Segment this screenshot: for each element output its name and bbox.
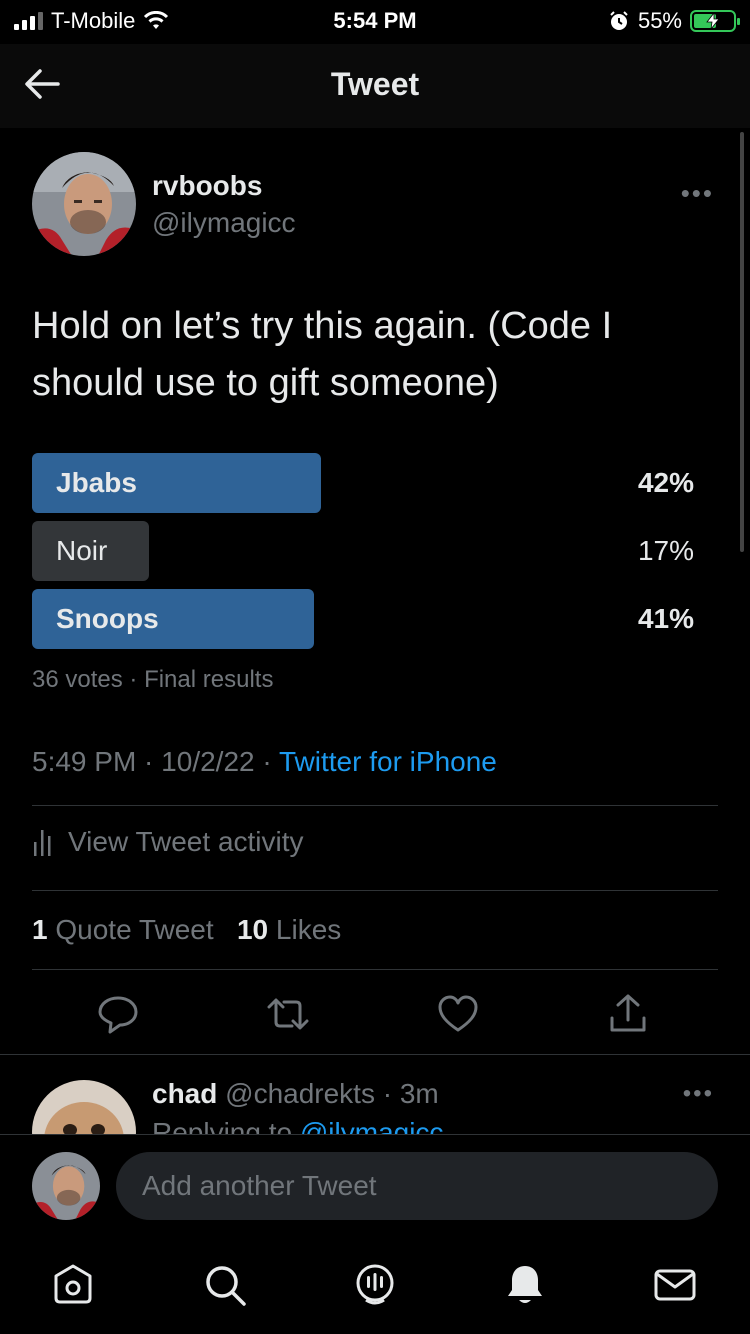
author-name[interactable]: rvboobs — [152, 170, 262, 202]
alarm-icon — [610, 11, 628, 30]
view-tweet-activity-button[interactable]: View Tweet activity — [32, 826, 304, 858]
current-user-avatar[interactable] — [32, 1152, 100, 1220]
poll-option-percent: 41% — [637, 603, 694, 634]
separator: · — [136, 746, 162, 777]
tweet-source-link[interactable]: Twitter for iPhone — [279, 746, 497, 777]
poll-votes: 36 votes — [32, 666, 123, 693]
tweet-stats: 1 Quote Tweet 10 Likes — [32, 914, 341, 946]
battery-icon — [690, 10, 740, 32]
reply-author-handle[interactable]: @chadrekts — [225, 1078, 375, 1109]
more-options-icon[interactable]: ••• — [681, 178, 714, 209]
reply-header: chad @chadrekts · 3m — [152, 1078, 439, 1110]
poll-option-label: Noir — [56, 535, 108, 566]
poll-summary: 36 votes · Final results — [32, 666, 273, 694]
reply-icon[interactable] — [96, 992, 140, 1036]
divider — [32, 805, 718, 806]
messages-mail-icon[interactable] — [652, 1262, 698, 1308]
poll-option-snoops: Snoops 41% — [32, 589, 718, 649]
author-avatar[interactable] — [32, 152, 136, 256]
activity-label: View Tweet activity — [68, 826, 304, 857]
quote-count: 1 — [32, 914, 48, 945]
poll-option-noir: Noir 17% — [32, 521, 718, 581]
divider — [32, 890, 718, 891]
status-right: 55% — [608, 8, 740, 34]
spaces-icon[interactable] — [352, 1262, 398, 1308]
tweet-timestamp: 5:49 PM · 10/2/22 · Twitter for iPhone — [32, 746, 497, 778]
retweet-icon[interactable] — [266, 992, 310, 1036]
separator: · — [374, 1078, 400, 1109]
like-label: Likes — [275, 914, 342, 945]
divider — [0, 1054, 750, 1055]
quote-tweets-link[interactable]: 1 Quote Tweet — [32, 914, 214, 945]
poll-option-label: Jbabs — [56, 467, 137, 498]
scrollbar[interactable] — [740, 132, 744, 552]
divider — [32, 969, 718, 970]
reply-more-options-icon[interactable]: ••• — [683, 1080, 714, 1108]
replying-to: Replying to @ilymagicc — [152, 1116, 443, 1136]
tweet-date: 10/2/22 — [161, 746, 255, 777]
like-count: 10 — [236, 914, 269, 945]
quote-label: Quote Tweet — [55, 914, 214, 945]
reply-author-name[interactable]: chad — [152, 1078, 217, 1109]
reply-compose-input[interactable] — [116, 1152, 718, 1220]
poll-option-jbabs: Jbabs 42% — [32, 453, 718, 513]
poll-option-label: Snoops — [56, 603, 159, 634]
reply-time: 3m — [399, 1078, 439, 1109]
tweet-time: 5:49 PM — [32, 746, 137, 777]
search-icon[interactable] — [202, 1262, 248, 1308]
poll-status: Final results — [144, 666, 274, 693]
battery-percent: 55% — [637, 8, 682, 33]
page-title: Tweet — [330, 66, 420, 102]
analytics-icon — [34, 830, 51, 856]
likes-link[interactable]: 10 Likes — [237, 914, 341, 945]
share-icon[interactable] — [606, 992, 650, 1036]
tweet-text: Hold on let’s try this again. (Code I sh… — [32, 305, 613, 404]
notifications-bell-icon[interactable] — [502, 1262, 548, 1308]
poll-option-percent: 42% — [637, 467, 694, 498]
author-handle[interactable]: @ilymagicc — [152, 207, 296, 239]
separator: · — [254, 746, 279, 777]
home-icon[interactable] — [50, 1262, 96, 1308]
like-heart-icon[interactable] — [436, 992, 480, 1036]
header-bar: Tweet — [0, 44, 750, 128]
poll-option-percent: 17% — [637, 535, 694, 566]
status-bar: T-Mobile 5:54 PM 55% — [0, 0, 750, 44]
separator: · — [122, 666, 145, 693]
